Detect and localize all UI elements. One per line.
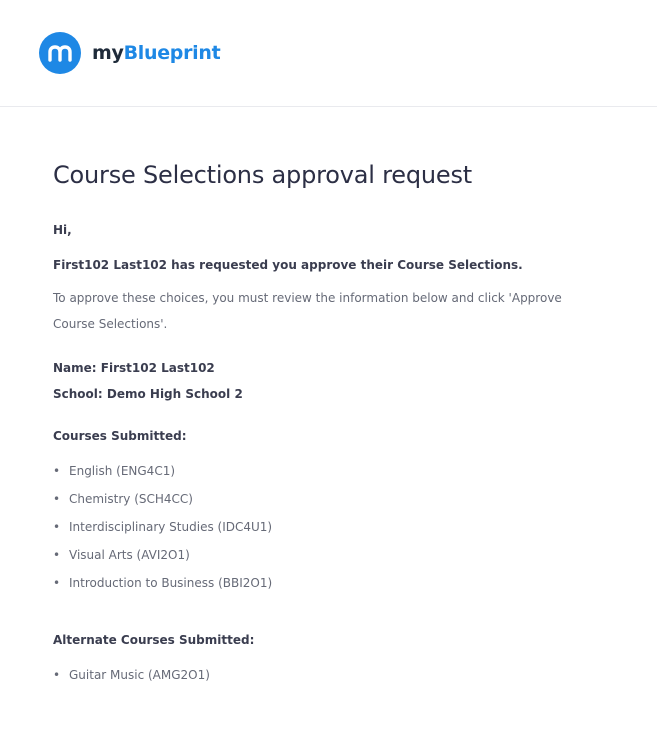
course-item: Visual Arts (AVI2O1)	[53, 541, 657, 569]
alternate-courses-list: Guitar Music (AMG2O1)	[53, 661, 657, 689]
logo-m-glyph	[48, 45, 72, 62]
courses-submitted-list: English (ENG4C1) Chemistry (SCH4CC) Inte…	[53, 457, 657, 597]
course-item: English (ENG4C1)	[53, 457, 657, 485]
greeting: Hi,	[53, 223, 72, 237]
request-intro: First102 Last102 has requested you appro…	[53, 258, 523, 272]
courses-submitted-heading: Courses Submitted:	[53, 429, 187, 443]
alternate-course-item: Guitar Music (AMG2O1)	[53, 661, 657, 689]
student-school: School: Demo High School 2	[53, 387, 243, 401]
email-header: myBlueprint	[0, 0, 657, 107]
email-title: Course Selections approval request	[53, 161, 472, 189]
alternate-courses-heading: Alternate Courses Submitted:	[53, 633, 255, 647]
email-body: Course Selections approval request Hi, F…	[0, 161, 657, 689]
brand-name: myBlueprint	[92, 42, 221, 64]
course-item: Interdisciplinary Studies (IDC4U1)	[53, 513, 657, 541]
brand-name-prefix: my	[92, 42, 124, 64]
brand-name-suffix: Blueprint	[123, 42, 221, 64]
student-name: Name: First102 Last102	[53, 361, 215, 375]
email-page: myBlueprint Course Selections approval r…	[0, 0, 657, 742]
student-info: Name: First102 Last102 School: Demo High…	[53, 355, 657, 407]
course-item: Introduction to Business (BBI2O1)	[53, 569, 657, 597]
approval-instructions: To approve these choices, you must revie…	[53, 291, 562, 331]
myblueprint-logo-icon	[39, 32, 81, 74]
course-item: Chemistry (SCH4CC)	[53, 485, 657, 513]
